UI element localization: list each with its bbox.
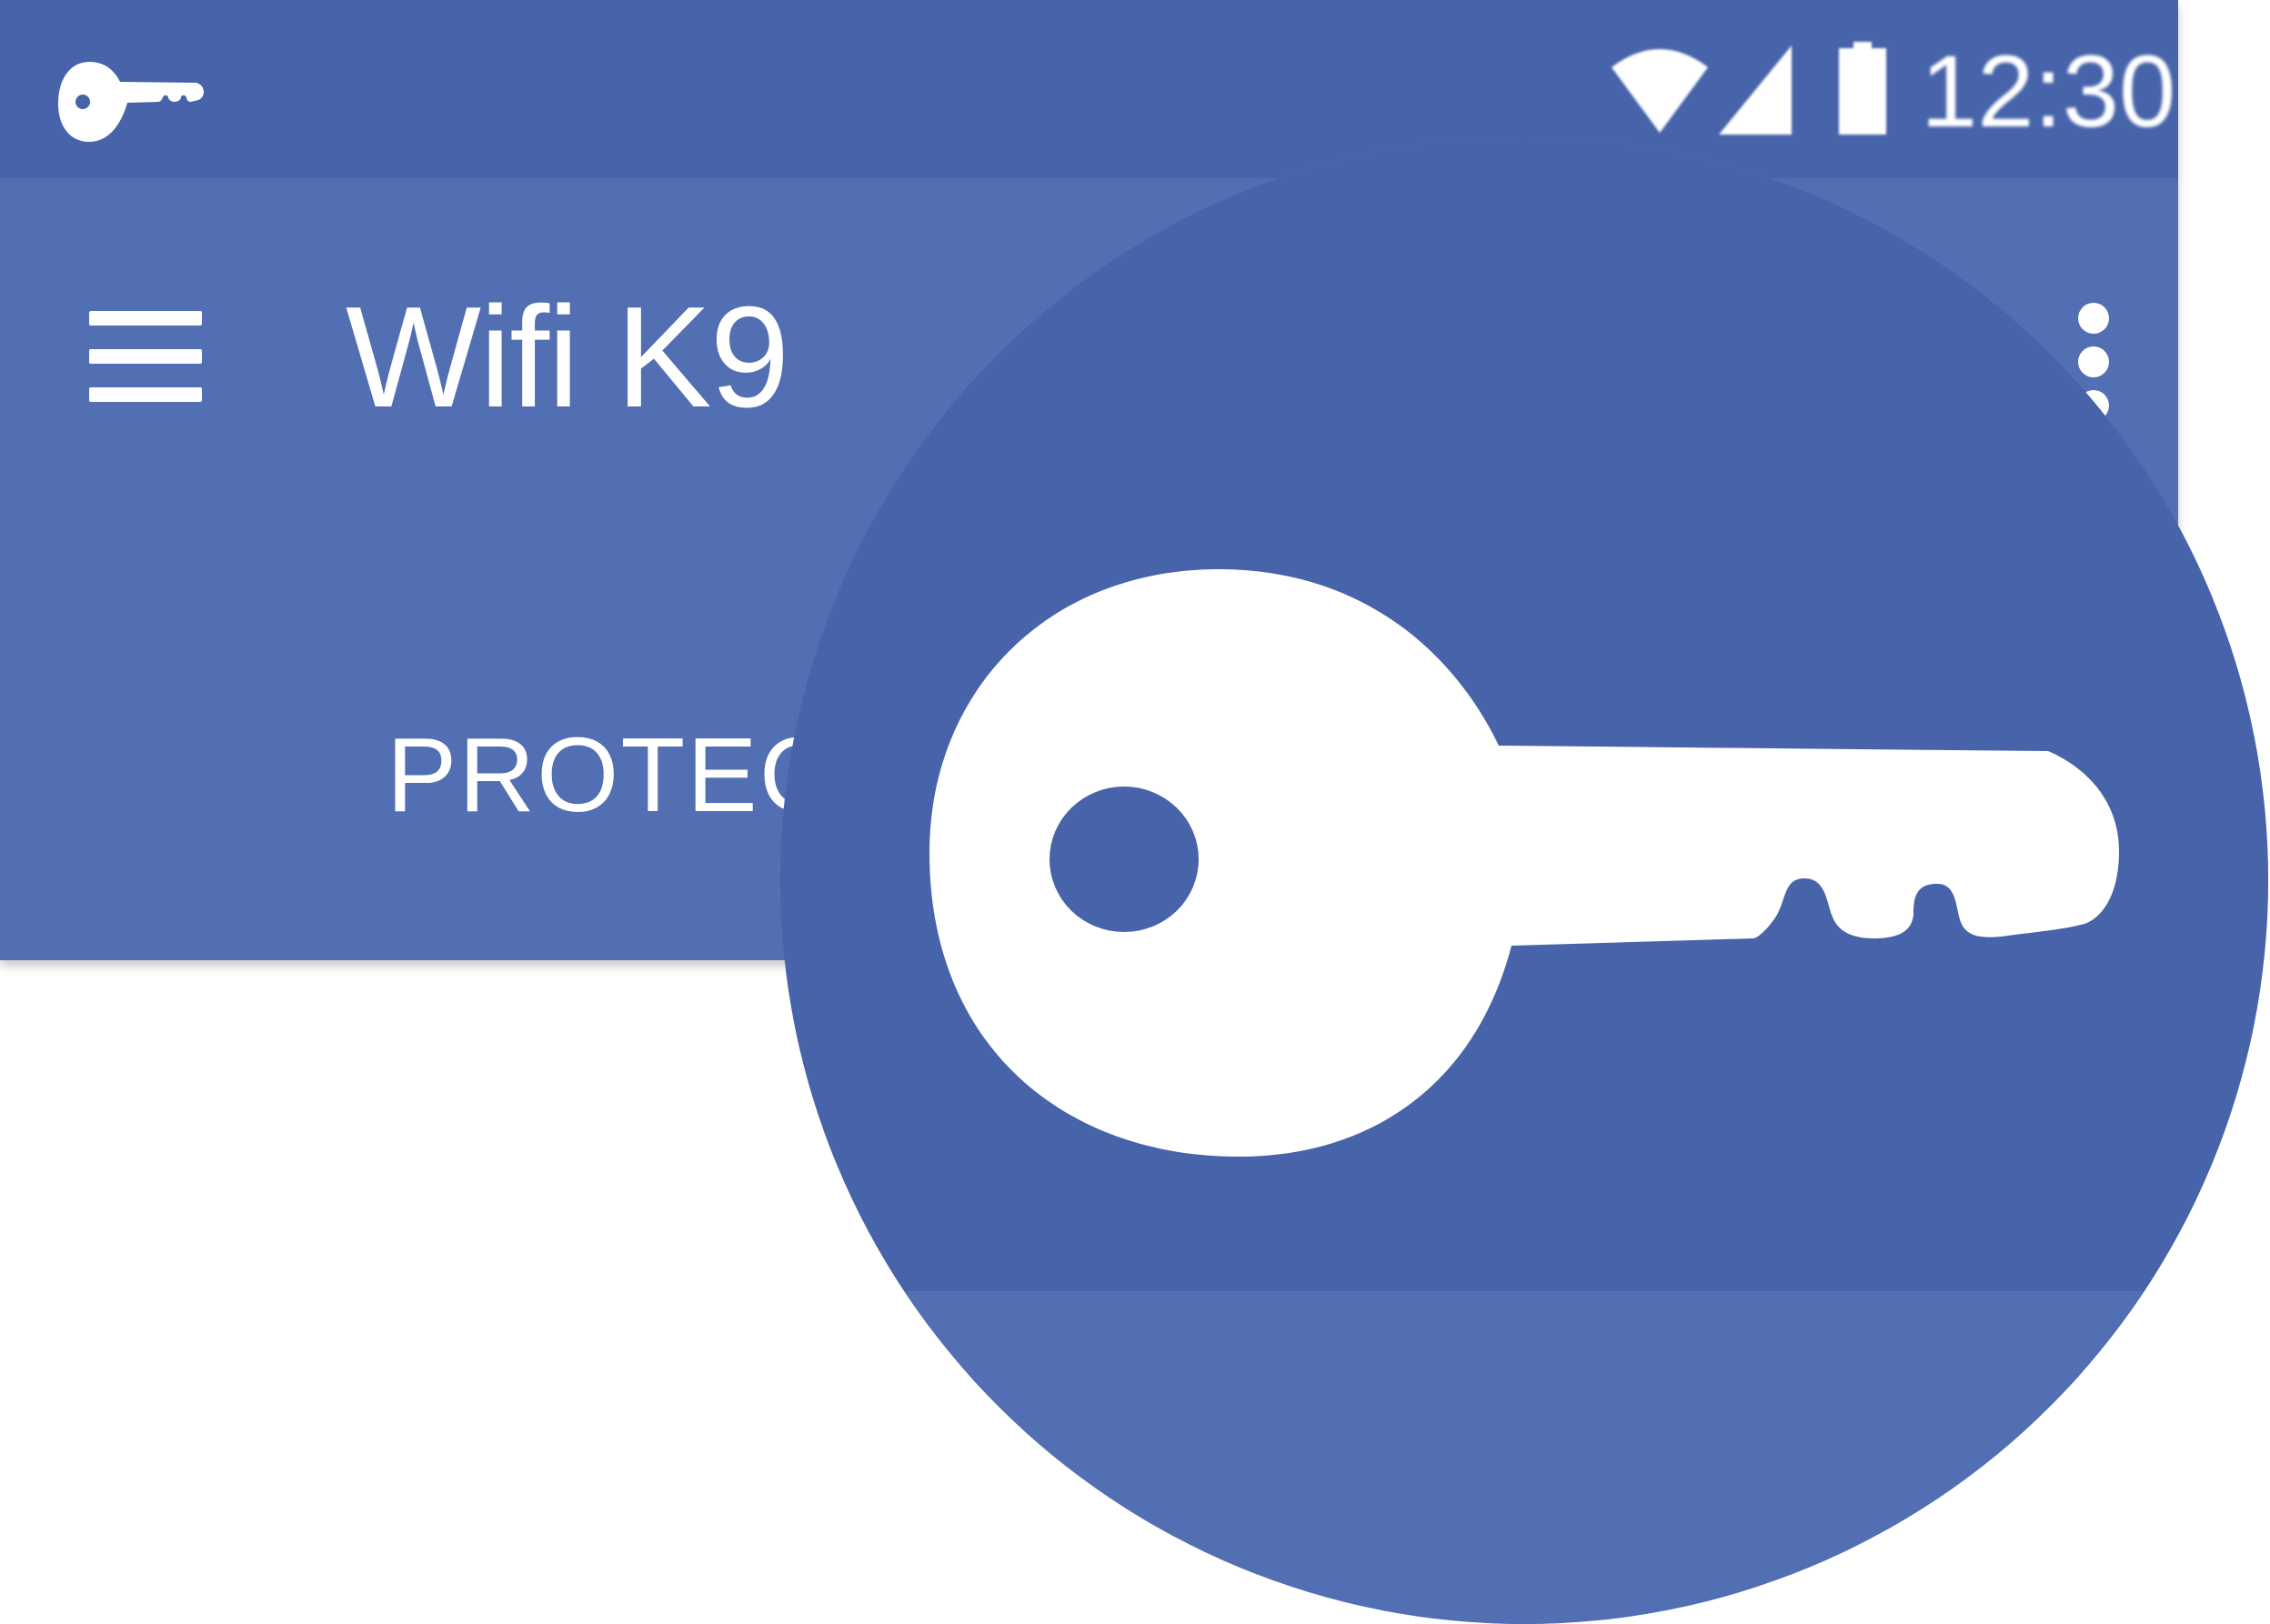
magnifier-lens	[780, 136, 2268, 1624]
